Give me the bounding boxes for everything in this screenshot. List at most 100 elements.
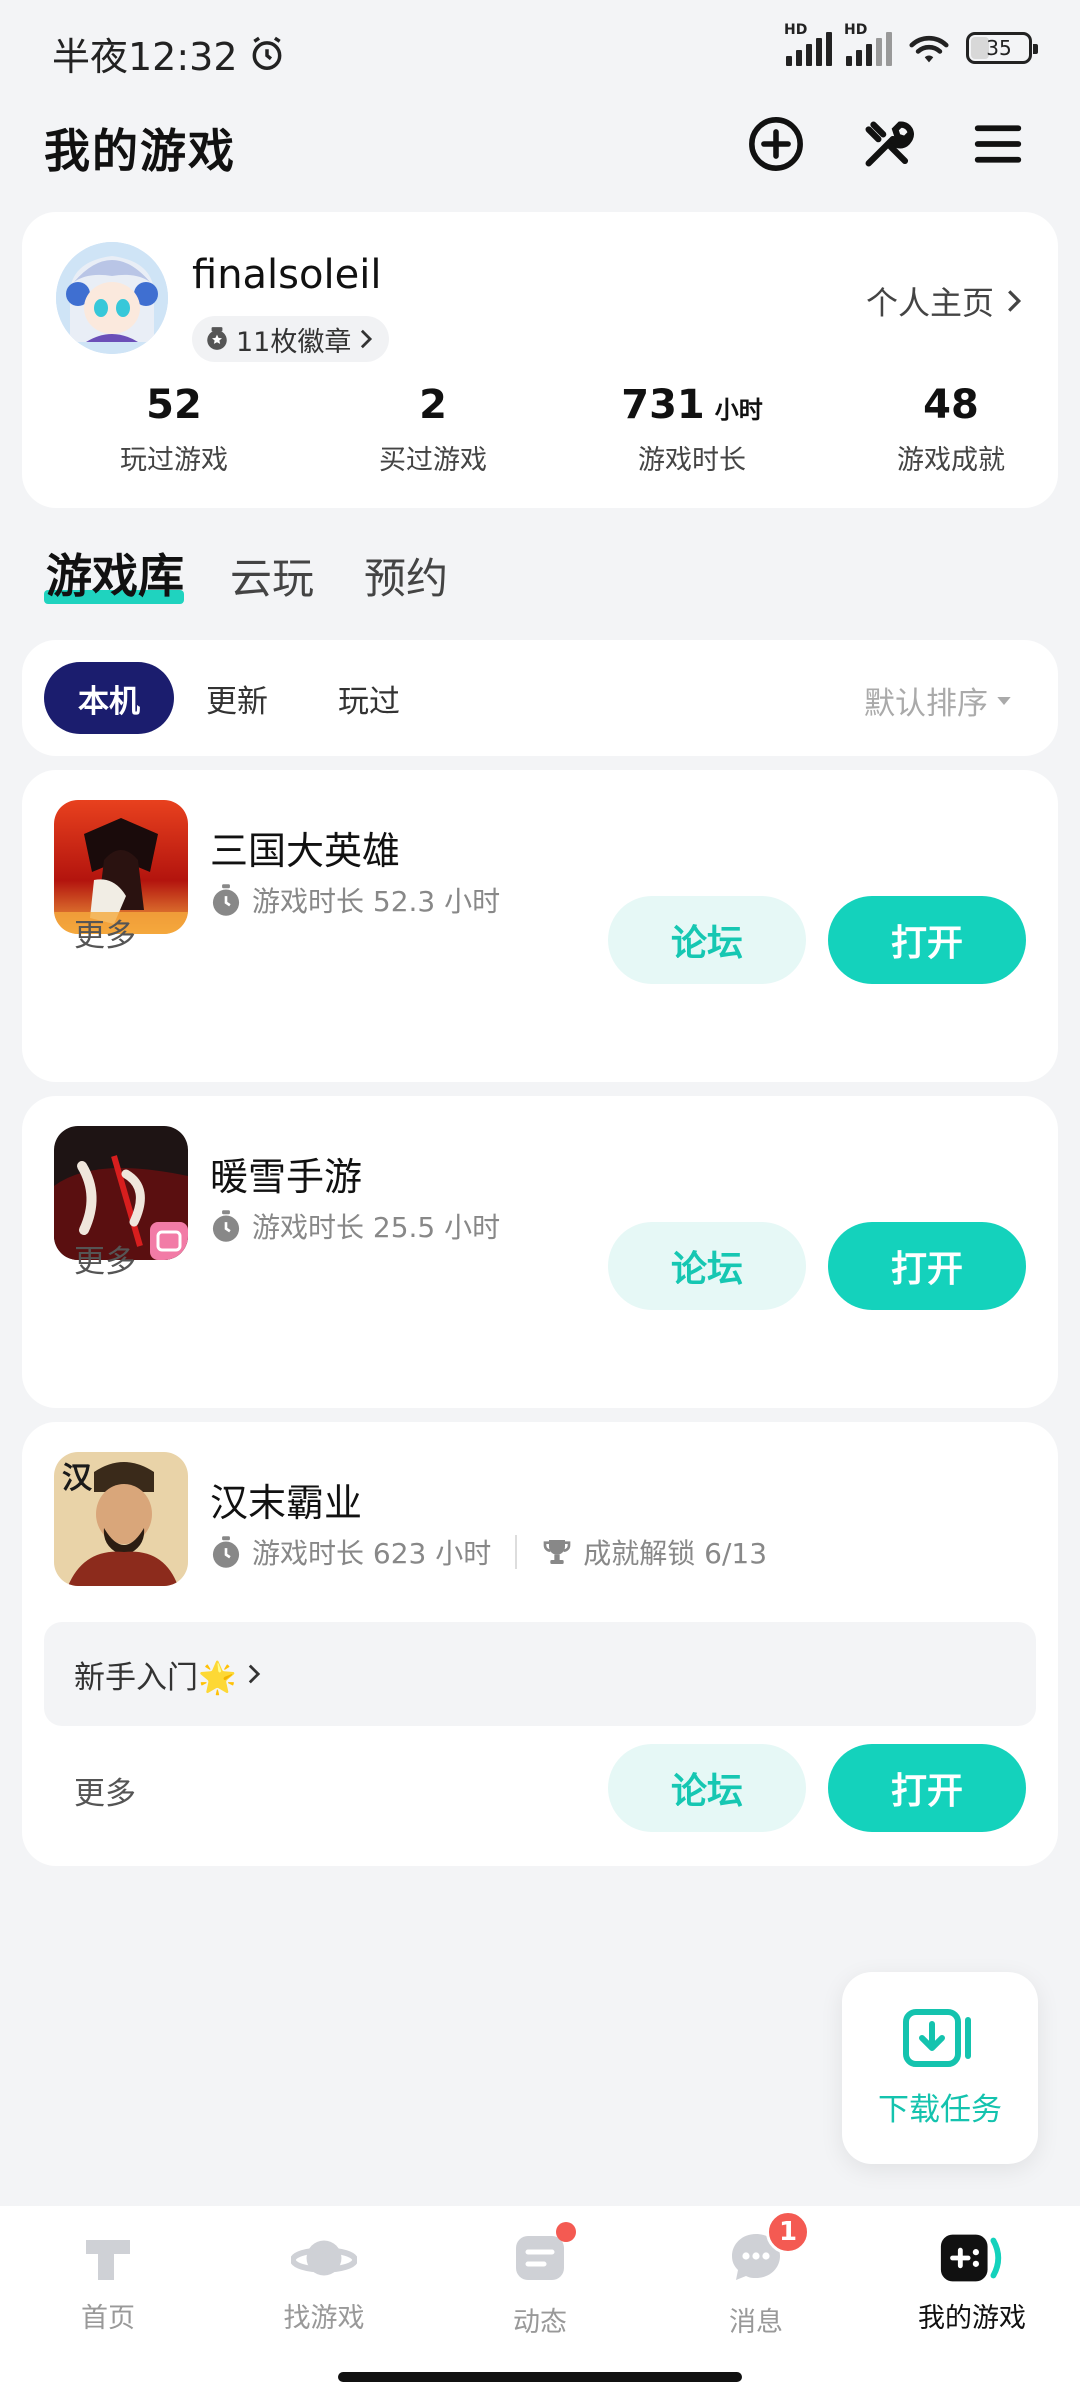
open-button[interactable]: 打开 [828,896,1026,984]
status-time: 半夜12:32 [52,26,286,81]
forum-button[interactable]: 论坛 [608,1744,806,1832]
game-name: 三国大英雄 [210,829,401,873]
forum-button[interactable]: 论坛 [608,896,806,984]
nav-label: 我的游戏 [918,2303,1026,2334]
stat-value: 731 小时 [621,382,763,428]
open-button[interactable]: 打开 [828,1222,1026,1310]
stat-value: 52 [146,382,202,428]
more-link[interactable]: 更多 [74,1236,136,1281]
game-card-2[interactable]: 暖雪手游 游戏时长 25.5 小时 更多 论坛 打开 [22,1096,1058,1408]
username: finalsoleil [192,252,382,298]
nav-messages[interactable]: 1 消息 [648,2210,864,2339]
stopwatch-icon [212,884,240,916]
filter-local[interactable]: 本机 [44,662,174,734]
nav-label: 首页 [81,2303,135,2334]
stat-label: 买过游戏 [379,445,487,476]
nav-home[interactable]: 首页 [0,2228,216,2335]
status-icons: HD HD 35 [784,22,1038,66]
chevron-right-icon [361,329,373,349]
caret-down-icon [997,696,1011,705]
filter-played[interactable]: 玩过 [304,662,434,734]
game-playtime: 游戏时长 25.5 小时 [210,1206,500,1246]
bottom-nav: 首页 找游戏 动态 1 消息 我的游戏 [0,2206,1080,2400]
home-icon [86,2240,130,2280]
alarm-icon [252,36,281,70]
stat-value: 48 [923,382,979,428]
planet-icon [291,2240,357,2276]
more-link[interactable]: 更多 [74,1768,136,1813]
stopwatch-icon [212,1210,240,1242]
nav-label: 找游戏 [283,2303,365,2334]
playtime-text: 游戏时长 25.5 小时 [252,1211,501,1244]
nav-my-games[interactable]: 我的游戏 [864,2228,1080,2335]
achievement-text: 成就解锁 6/13 [583,1537,768,1570]
game-meta-row: 游戏时长 623 小时 成就解锁 6/13 [210,1532,767,1572]
filter-update[interactable]: 更新 [172,662,302,734]
guide-label: 新手入门🌟 [74,1659,237,1696]
nav-label: 消息 [729,2307,783,2338]
more-link[interactable]: 更多 [74,910,136,955]
badge-count: 11枚徽章 [236,326,352,358]
meta-divider [515,1535,518,1569]
sort-dropdown[interactable]: 默认排序 [864,678,1012,723]
tab-reserve[interactable]: 预约 [364,545,448,606]
profile-card: finalsoleil 11枚徽章 个人主页 52 玩过游戏 2 买过游戏 73… [22,212,1058,508]
status-bar: 半夜12:32 HD HD 35 [0,0,1080,100]
sort-label: 默认排序 [864,686,988,722]
menu-icon[interactable] [966,112,1030,176]
trophy-icon [543,1540,571,1564]
playtime-text: 游戏时长 52.3 小时 [252,885,501,918]
profile-homepage-label: 个人主页 [865,284,994,322]
download-task-button[interactable]: 下载任务 [842,1972,1038,2164]
tab-library[interactable]: 游戏库 [46,540,184,606]
feed-icon-wrap [510,2222,576,2292]
game-name: 暖雪手游 [210,1155,363,1199]
chevron-right-icon [1008,290,1022,312]
game-card-3[interactable]: 汉 汉末霸业 游戏时长 623 小时 成就解锁 6/13 新手入门🌟 更多 论坛… [22,1422,1058,1866]
open-button[interactable]: 打开 [828,1744,1026,1832]
feed-red-dot [556,2222,576,2242]
avatar[interactable] [56,242,168,354]
signal-icon: HD [784,22,832,66]
home-indicator[interactable] [338,2372,742,2382]
stat-playtime[interactable]: 731 小时 游戏时长 [572,382,812,477]
page-title: 我的游戏 [44,124,236,178]
stat-achievements[interactable]: 48 游戏成就 [831,382,1071,477]
stat-value: 2 [419,382,447,428]
signal-icon-2: HD [844,22,892,66]
stat-label: 游戏时长 [638,445,746,476]
guide-link[interactable]: 新手入门🌟 [44,1622,1036,1726]
stat-label: 玩过游戏 [120,445,228,476]
filter-bar: 本机 更新 玩过 默认排序 [22,640,1058,756]
message-badge: 1 [766,2210,810,2254]
game-name: 汉末霸业 [210,1481,363,1525]
stat-bought[interactable]: 2 买过游戏 [313,382,553,477]
medal-icon [207,327,227,350]
svg-text:汉: 汉 [62,1461,93,1496]
game-card-1[interactable]: 三国大英雄 游戏时长 52.3 小时 更多 论坛 打开 [22,770,1058,1082]
badge-chip[interactable]: 11枚徽章 [192,316,390,362]
stat-unit: 小时 [714,396,763,424]
profile-homepage-link[interactable]: 个人主页 [866,278,1022,324]
nav-feed[interactable]: 动态 [432,2222,648,2339]
add-circle-icon[interactable] [744,112,808,176]
clock-text: 半夜12:32 [52,35,238,79]
gamepad-icon [940,2234,1002,2282]
stat-played[interactable]: 52 玩过游戏 [54,382,294,477]
battery-icon: 35 [966,32,1038,64]
stat-label: 游戏成就 [897,445,1005,476]
tools-icon[interactable] [856,112,920,176]
tab-cloud[interactable]: 云玩 [230,545,314,606]
playtime-text: 游戏时长 623 小时 [252,1537,492,1570]
chevron-right-icon [248,1664,260,1684]
game-playtime: 游戏时长 52.3 小时 [210,880,500,920]
download-task-label: 下载任务 [878,2091,1002,2128]
stopwatch-icon [212,1536,240,1568]
wifi-icon [909,35,949,63]
nav-discover[interactable]: 找游戏 [216,2228,432,2335]
game-icon-hanmo[interactable]: 汉 [54,1452,188,1586]
forum-button[interactable]: 论坛 [608,1222,806,1310]
message-icon-wrap: 1 [726,2210,810,2292]
download-icon [903,2008,971,2067]
nav-label: 动态 [513,2307,567,2338]
